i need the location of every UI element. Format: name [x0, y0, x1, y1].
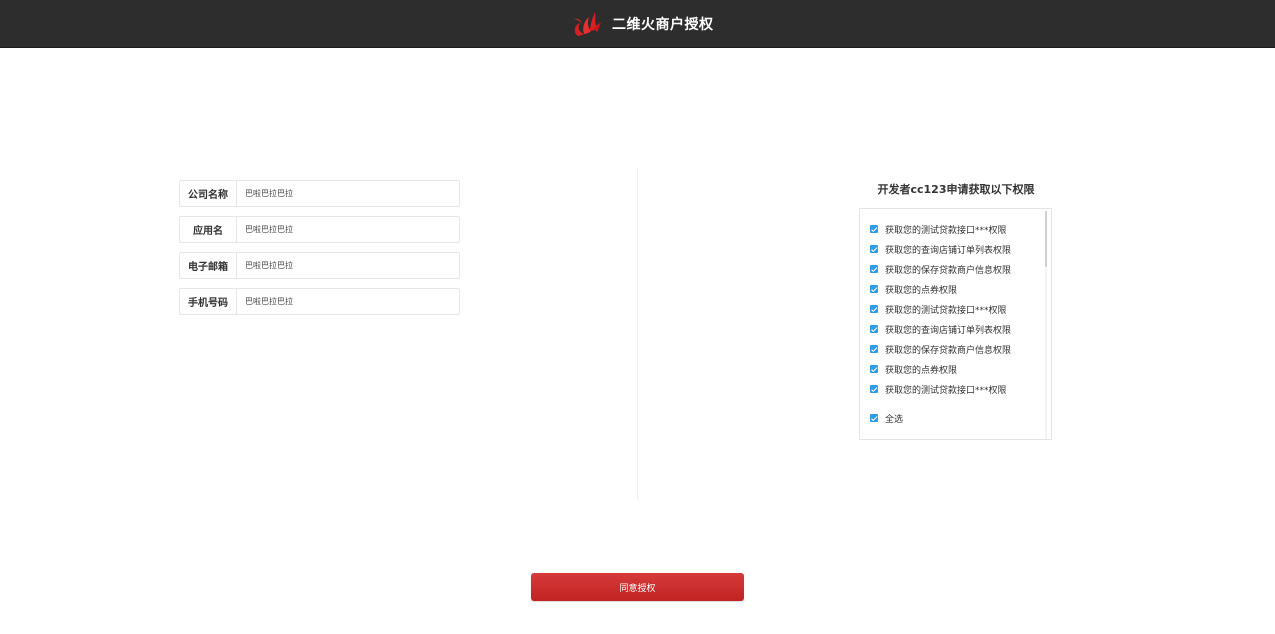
permission-label: 获取您的查询店铺订单列表权限 [885, 325, 1012, 336]
app-name-label: 应用名 [180, 217, 237, 242]
company-name-row: 公司名称 巴啦巴拉巴拉 [179, 180, 460, 207]
email-label: 电子邮箱 [180, 253, 237, 278]
permission-label: 获取您的测试贷款接口***权限 [885, 225, 1007, 236]
select-all-option[interactable]: 全选 [870, 408, 903, 428]
permission-item[interactable]: 获取您的测试贷款接口***权限 [870, 219, 1011, 239]
page-title: 二维火商户授权 [612, 17, 714, 33]
permission-item[interactable]: 获取您的查询店铺订单列表权限 [870, 239, 1011, 259]
permission-label: 获取您的测试贷款接口***权限 [885, 385, 1007, 396]
permissions-list: 获取您的测试贷款接口***权限 获取您的查询店铺订单列表权限 获取您的保存贷款商… [870, 219, 1011, 399]
select-all-label: 全选 [885, 414, 904, 425]
permission-item[interactable]: 获取您的测试贷款接口***权限 [870, 379, 1011, 399]
checkbox-checked-icon[interactable] [870, 325, 878, 333]
permission-label: 获取您的点券权限 [885, 285, 958, 296]
checkbox-checked-icon[interactable] [870, 414, 878, 422]
checkbox-checked-icon[interactable] [870, 265, 878, 273]
permission-item[interactable]: 获取您的保存贷款商户信息权限 [870, 259, 1011, 279]
permission-item[interactable]: 获取您的保存贷款商户信息权限 [870, 339, 1011, 359]
permission-label: 获取您的点券权限 [885, 365, 958, 376]
permission-label: 获取您的测试贷款接口***权限 [885, 305, 1007, 316]
checkbox-checked-icon[interactable] [870, 225, 878, 233]
checkbox-checked-icon[interactable] [870, 345, 878, 353]
company-name-label: 公司名称 [180, 181, 237, 206]
app-name-value: 巴啦巴拉巴拉 [245, 225, 293, 234]
permission-item[interactable]: 获取您的测试贷款接口***权限 [870, 299, 1011, 319]
top-header-bar: 二维火商户授权 [0, 0, 1275, 48]
flame-logo-icon [574, 12, 601, 36]
checkbox-checked-icon[interactable] [870, 365, 878, 373]
vertical-divider [637, 168, 638, 500]
email-value: 巴啦巴拉巴拉 [245, 261, 293, 270]
permissions-list-box[interactable]: 获取您的测试贷款接口***权限 获取您的查询店铺订单列表权限 获取您的保存贷款商… [859, 208, 1052, 440]
merchant-info-form: 公司名称 巴啦巴拉巴拉 应用名 巴啦巴拉巴拉 电子邮箱 巴啦巴拉巴拉 手机号码 … [179, 180, 460, 324]
checkbox-checked-icon[interactable] [870, 285, 878, 293]
checkbox-checked-icon[interactable] [870, 385, 878, 393]
permissions-title: 开发者cc123申请获取以下权限 [877, 183, 1035, 196]
email-row: 电子邮箱 巴啦巴拉巴拉 [179, 252, 460, 279]
phone-row: 手机号码 巴啦巴拉巴拉 [179, 288, 460, 315]
permission-item[interactable]: 获取您的查询店铺订单列表权限 [870, 319, 1011, 339]
permission-item[interactable]: 获取您的点券权限 [870, 359, 1011, 379]
company-name-value: 巴啦巴拉巴拉 [245, 189, 293, 198]
permission-label: 获取您的保存贷款商户信息权限 [885, 345, 1012, 356]
phone-label: 手机号码 [180, 289, 237, 314]
permission-item[interactable]: 获取您的点券权限 [870, 279, 1011, 299]
app-name-row: 应用名 巴啦巴拉巴拉 [179, 216, 460, 243]
scrollbar-thumb[interactable] [1045, 211, 1047, 267]
checkbox-checked-icon[interactable] [870, 245, 878, 253]
agree-authorize-button[interactable]: 同意授权 [531, 573, 744, 601]
permission-label: 获取您的保存贷款商户信息权限 [885, 265, 1012, 276]
checkbox-checked-icon[interactable] [870, 305, 878, 313]
permission-label: 获取您的查询店铺订单列表权限 [885, 245, 1012, 256]
phone-value: 巴啦巴拉巴拉 [245, 297, 293, 306]
